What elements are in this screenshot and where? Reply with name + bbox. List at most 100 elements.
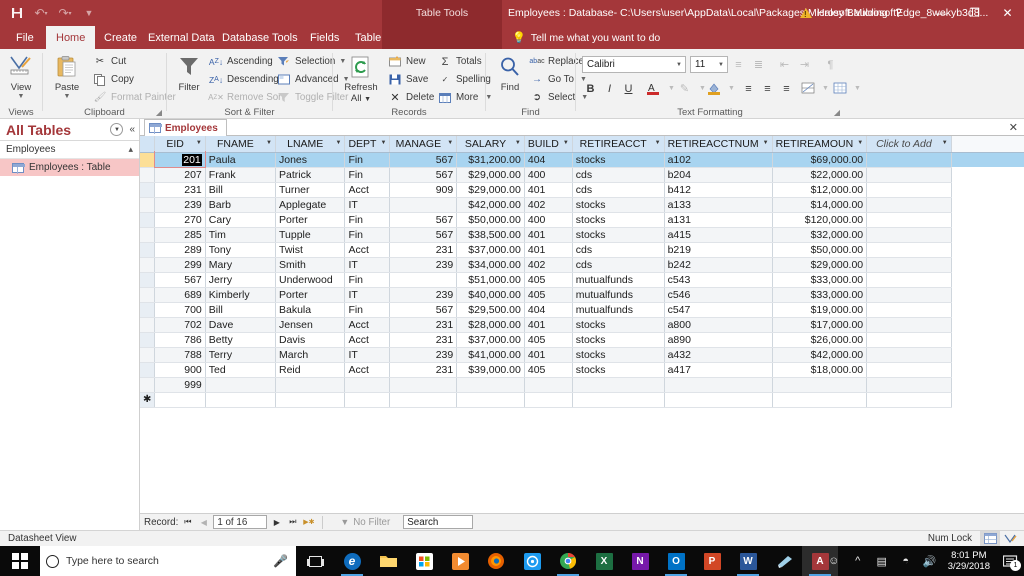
battery-icon[interactable]: ▤ xyxy=(870,546,894,576)
cell-dept[interactable]: Fin xyxy=(344,152,391,168)
cell-manage[interactable]: 239 xyxy=(389,287,458,303)
spelling-button[interactable]: ✓ Spelling xyxy=(438,71,491,88)
cell-retireamount-new[interactable] xyxy=(772,392,868,408)
datasheet-view-icon[interactable] xyxy=(980,531,1000,546)
customize-quick-access-icon[interactable]: ▼ xyxy=(78,2,100,24)
gridlines-caret-icon[interactable]: ▼ xyxy=(849,80,866,97)
cell-retireamount[interactable]: $18,000.00 xyxy=(772,362,868,378)
cell-retireacct[interactable]: mutualfunds xyxy=(572,272,665,288)
record-position-input[interactable]: 1 of 16 xyxy=(213,515,268,529)
minimize-button[interactable]: — xyxy=(925,0,958,26)
sort-ascending-button[interactable]: A Z ↓ Ascending xyxy=(209,53,273,70)
taskbar-icon-sticky-notes[interactable] xyxy=(766,546,802,576)
row-selector[interactable] xyxy=(140,182,156,198)
cell-click-to-add[interactable] xyxy=(866,167,952,183)
cell-manage[interactable]: 231 xyxy=(389,242,458,258)
cell-eid[interactable]: 299 xyxy=(154,257,206,273)
paste-dropdown-caret-icon[interactable]: ▼ xyxy=(64,93,71,100)
cell-manage[interactable]: 231 xyxy=(389,332,458,348)
alternate-row-color-button[interactable] xyxy=(800,80,817,97)
first-record-button[interactable]: ⏮ xyxy=(181,516,194,529)
cell-click-to-add[interactable] xyxy=(866,317,952,333)
close-document-icon[interactable]: ✕ xyxy=(1009,121,1018,134)
cell-retireamount[interactable]: $12,000.00 xyxy=(772,182,868,198)
row-selector[interactable] xyxy=(140,272,156,288)
cell-salary[interactable]: $50,000.00 xyxy=(456,212,525,228)
filter-status[interactable]: ▼ No Filter xyxy=(340,517,390,528)
cell-manage[interactable] xyxy=(389,272,458,288)
cell-lname[interactable]: Twist xyxy=(275,242,346,258)
cell-retireacct[interactable] xyxy=(572,377,665,393)
cell-retireamount[interactable]: $19,000.00 xyxy=(772,302,868,318)
cell-retireacctnum[interactable]: b242 xyxy=(664,257,773,273)
task-view-button[interactable] xyxy=(296,546,334,576)
cell-retireacct[interactable]: cds xyxy=(572,167,665,183)
row-selector[interactable] xyxy=(140,317,156,333)
chevron-down-icon[interactable]: ▼ xyxy=(942,140,948,146)
view-dropdown-caret-icon[interactable]: ▼ xyxy=(18,93,25,100)
taskbar-icon-chrome[interactable] xyxy=(550,546,586,576)
underline-button[interactable]: U xyxy=(620,80,637,97)
cell-lname[interactable]: Davis xyxy=(275,332,346,348)
find-button[interactable]: Find xyxy=(488,52,532,93)
cell-dept[interactable]: Acct xyxy=(344,362,391,378)
cell-click-to-add[interactable] xyxy=(866,152,952,168)
chevron-down-icon[interactable]: ▼ xyxy=(857,140,863,146)
restore-button[interactable]: ❐ xyxy=(958,0,991,26)
cell-salary[interactable]: $31,200.00 xyxy=(456,152,525,168)
cell-salary[interactable] xyxy=(456,377,525,393)
cell-salary[interactable]: $37,000.00 xyxy=(456,332,525,348)
clock[interactable]: 8:01 PM 3/29/2018 xyxy=(942,550,996,572)
cell-eid-new[interactable] xyxy=(154,392,206,408)
cell-lname[interactable]: Porter xyxy=(275,287,346,303)
align-right-button[interactable]: ≡ xyxy=(778,80,795,97)
cell-retireacctnum[interactable]: a432 xyxy=(664,347,773,363)
column-header-click-to-add[interactable]: Click to Add ▼ xyxy=(866,136,952,153)
cell-retireacctnum[interactable]: a417 xyxy=(664,362,773,378)
cell-click-to-add[interactable] xyxy=(866,182,952,198)
cell-manage[interactable]: 567 xyxy=(389,152,458,168)
taskbar-icon-excel[interactable]: X xyxy=(586,546,622,576)
cell-retireamount[interactable]: $69,000.00 xyxy=(772,152,868,168)
column-header-retireamount[interactable]: RETIREAMOUN ▼ xyxy=(772,136,868,153)
cell-dept[interactable]: Fin xyxy=(344,167,391,183)
cell-fname[interactable]: Jerry xyxy=(205,272,276,288)
undo-icon[interactable]: ↶ ▾ xyxy=(30,2,52,24)
table-row[interactable]: 900 Ted Reid Acct 231 $39,000.00 405 sto… xyxy=(140,362,1024,378)
sort-descending-button[interactable]: Z A ↓ Descending xyxy=(209,71,279,88)
cell-fname[interactable]: Paula xyxy=(205,152,276,168)
cell-fname[interactable]: Frank xyxy=(205,167,276,183)
cell-lname[interactable]: Bakula xyxy=(275,302,346,318)
totals-button[interactable]: Σ Totals xyxy=(438,53,482,70)
increase-indent-button[interactable]: ⇥ xyxy=(796,56,813,73)
align-center-button[interactable]: ≡ xyxy=(759,80,776,97)
microphone-icon[interactable]: 🎤 xyxy=(273,554,288,568)
nav-pane-menu-icon[interactable]: ▼ xyxy=(110,123,124,136)
row-selector[interactable] xyxy=(140,167,156,183)
cell-lname[interactable]: Jones xyxy=(275,152,346,168)
cell-build[interactable]: 401 xyxy=(524,317,573,333)
row-selector[interactable] xyxy=(140,212,156,228)
cell-fname[interactable]: Bill xyxy=(205,182,276,198)
cell-salary[interactable]: $29,000.00 xyxy=(456,182,525,198)
cell-retireamount[interactable]: $17,000.00 xyxy=(772,317,868,333)
cell-manage[interactable]: 239 xyxy=(389,257,458,273)
cell-dept[interactable]: IT xyxy=(344,257,391,273)
cell-dept[interactable]: Acct xyxy=(344,182,391,198)
cell-fname[interactable]: Tim xyxy=(205,227,276,243)
cell-retireacct[interactable]: mutualfunds xyxy=(572,287,665,303)
cell-click-to-add[interactable] xyxy=(866,302,952,318)
cell-fname[interactable]: Cary xyxy=(205,212,276,228)
row-selector[interactable] xyxy=(140,152,156,168)
cell-eid[interactable]: 239 xyxy=(154,197,206,213)
row-selector[interactable] xyxy=(140,362,156,378)
chevron-down-icon[interactable]: ▼ xyxy=(655,140,661,146)
cell-dept[interactable]: Fin xyxy=(344,302,391,318)
column-header-dept[interactable]: DEPT ▼ xyxy=(344,136,391,153)
italic-button[interactable]: I xyxy=(601,80,618,97)
table-row[interactable]: 700 Bill Bakula Fin 567 $29,500.00 404 m… xyxy=(140,302,1024,318)
cell-click-to-add[interactable] xyxy=(866,227,952,243)
cell-dept[interactable]: Fin xyxy=(344,212,391,228)
nav-pane-collapse-icon[interactable]: « xyxy=(129,124,135,135)
table-row[interactable]: 239 Barb Applegate IT $42,000.00 402 sto… xyxy=(140,197,1024,213)
